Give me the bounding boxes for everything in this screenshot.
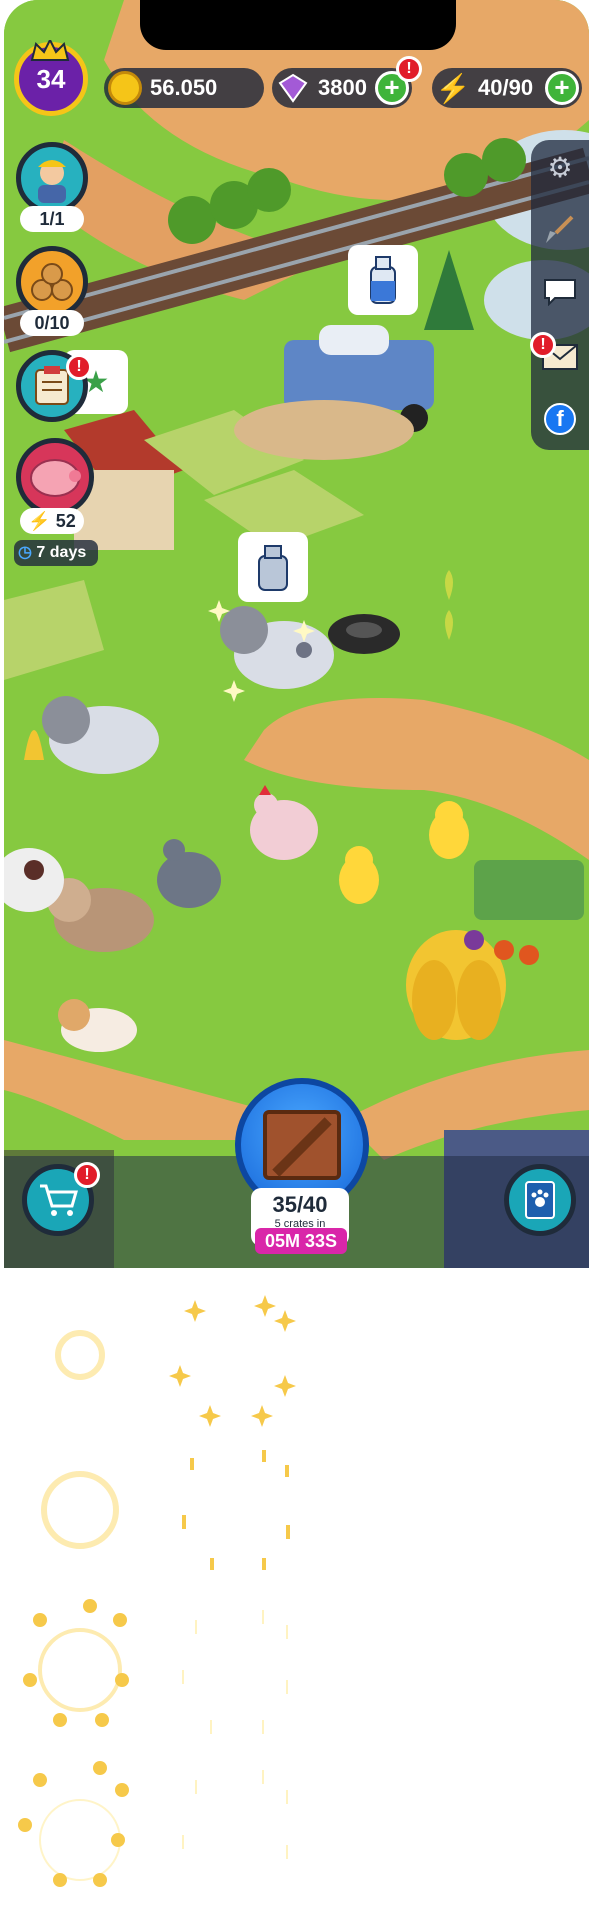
right-side-panel: ⚙ f: [531, 140, 589, 450]
crate-timer: 05M 33S: [255, 1228, 347, 1254]
wood-count: 0/10: [20, 310, 84, 336]
shopping-cart-icon: [40, 1184, 78, 1216]
gem-icon: [276, 71, 310, 105]
add-energy-button[interactable]: +: [545, 71, 579, 105]
milk-bottle-icon: [370, 256, 396, 304]
shop-alert-badge: !: [74, 1162, 100, 1188]
coins-value: 56.050: [150, 75, 218, 100]
milk-can-bubble[interactable]: [238, 532, 308, 602]
farmer-count: 1/1: [20, 206, 84, 232]
sparkle-sprite-sheet: [18, 1295, 296, 1887]
piggy-timer: ◷ 7 days: [14, 540, 98, 566]
facebook-icon[interactable]: f: [539, 398, 581, 440]
mail-alert-badge: !: [530, 332, 556, 358]
piggy-lightning-icon: ⚡: [28, 511, 51, 531]
milk-can-icon: [258, 545, 288, 591]
wood-logs-icon: [31, 263, 73, 301]
encyclopedia-button[interactable]: [504, 1164, 576, 1236]
player-level: 34: [36, 63, 66, 94]
chat-icon[interactable]: [539, 270, 581, 312]
gems-value: 3800: [318, 75, 367, 100]
shovel-icon[interactable]: [539, 208, 581, 250]
milk-bottle-bubble[interactable]: [348, 245, 418, 315]
gems-counter[interactable]: 3800 +: [272, 68, 412, 108]
device-notch: [140, 0, 456, 50]
piggy-bank-icon: [30, 459, 81, 497]
crate-count: 35/40: [272, 1192, 328, 1217]
piggy-energy: ⚡ 52: [20, 508, 84, 534]
wood-button[interactable]: [16, 246, 88, 318]
gems-alert-badge: !: [396, 56, 422, 82]
game-viewport[interactable]: ★ 34 56.050 3800 + ! ⚡ 40/90 + 1/1 0/10 …: [4, 0, 589, 1268]
piggy-days: 7 days: [36, 544, 87, 561]
piggy-energy-value: 52: [55, 511, 76, 531]
orders-alert-badge: !: [66, 354, 92, 380]
piggy-bank-button[interactable]: [16, 438, 94, 516]
crate-icon: [263, 1110, 341, 1180]
energy-value: 40/90: [478, 75, 534, 100]
crown-icon: [30, 40, 70, 61]
clock-icon: ◷: [18, 544, 32, 561]
wheat-bundle: [406, 930, 506, 1040]
gear-icon[interactable]: ⚙: [539, 146, 581, 188]
lightning-icon: ⚡: [435, 72, 471, 104]
farmer-button[interactable]: [16, 142, 88, 214]
paw-book-icon: [525, 1181, 555, 1219]
energy-counter[interactable]: ⚡ 40/90 +: [432, 68, 582, 108]
farmer-icon: [38, 160, 66, 203]
coin-icon: [108, 71, 142, 105]
coins-counter[interactable]: 56.050: [104, 68, 264, 108]
screen-root: { "hud": { "level": "34", "coins": "56.0…: [0, 0, 593, 1906]
